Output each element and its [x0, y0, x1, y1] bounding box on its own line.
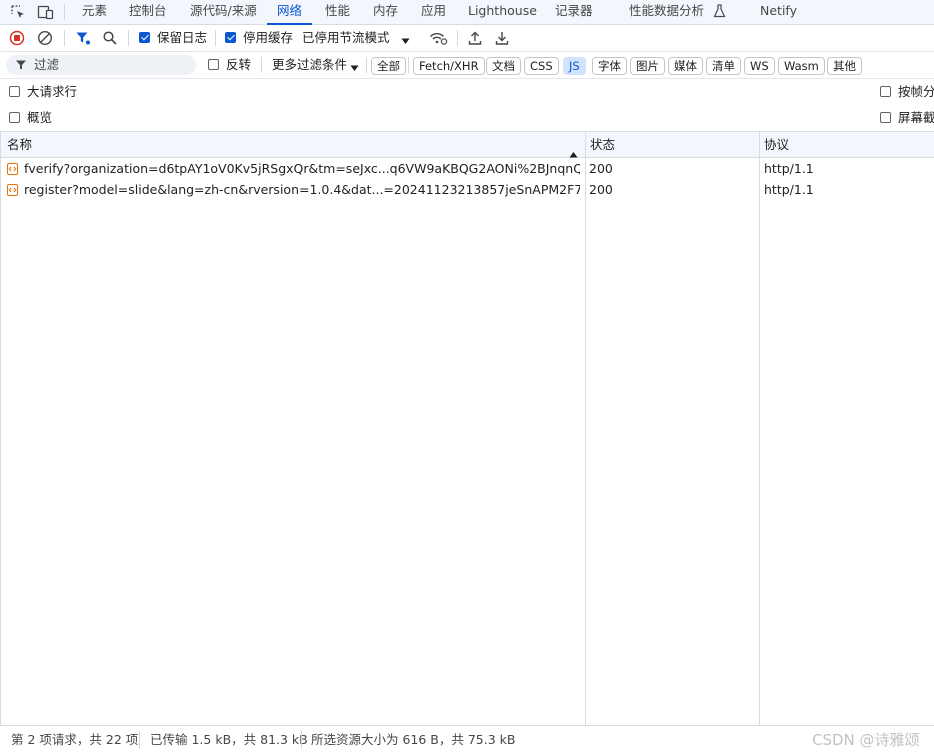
script-file-icon — [7, 163, 18, 175]
disable-cache-checkbox[interactable] — [225, 32, 236, 43]
inspect-element-icon[interactable] — [10, 4, 26, 20]
screenshots-label: 屏幕截 — [898, 110, 934, 125]
request-protocol: http/1.1 — [764, 161, 814, 176]
device-toolbar-icon[interactable] — [37, 4, 54, 20]
disable-cache-label: 停用缓存 — [243, 30, 294, 45]
column-header-protocol-label: 协议 — [764, 137, 790, 152]
request-protocol: http/1.1 — [764, 182, 814, 197]
tab-lighthouse[interactable]: Lighthouse — [468, 0, 537, 24]
throttling-select[interactable]: 已停用节流模式 — [302, 31, 414, 45]
clear-icon[interactable] — [37, 30, 53, 46]
script-file-icon — [7, 184, 18, 196]
export-har-icon[interactable] — [494, 30, 510, 46]
funnel-icon — [15, 59, 27, 71]
type-filter-js[interactable]: JS — [563, 57, 586, 75]
column-header-name-label: 名称 — [7, 137, 33, 152]
table-row[interactable]: register?model=slide&lang=zh-cn&rversion… — [1, 180, 934, 201]
filter-input[interactable]: 过滤 — [34, 58, 59, 72]
overview-label: 概览 — [27, 110, 53, 125]
type-filter-doc[interactable]: 文档 — [486, 57, 521, 75]
tab-netify[interactable]: Netify — [760, 0, 797, 24]
chevron-down-icon — [350, 61, 359, 71]
group-by-frame-checkbox[interactable] — [880, 86, 891, 97]
filter-input-box[interactable]: 过滤 — [6, 55, 196, 75]
tab-memory[interactable]: 内存 — [373, 0, 398, 24]
column-header-status[interactable]: 状态 — [586, 132, 760, 158]
record-stop-icon[interactable] — [9, 30, 25, 46]
tab-network[interactable]: 网络 — [266, 0, 313, 25]
flask-icon — [713, 3, 726, 25]
type-filter-font[interactable]: 字体 — [592, 57, 627, 75]
request-name: fverify?organization=d6tpAY1oV0Kv5jRSgxQ… — [24, 161, 580, 176]
group-by-frame-label: 按帧分 — [898, 84, 934, 99]
type-filter-wasm[interactable]: Wasm — [778, 57, 825, 75]
request-status: 200 — [589, 161, 613, 176]
more-filters-label: 更多过滤条件 — [272, 57, 348, 72]
request-status: 200 — [589, 182, 613, 197]
import-har-icon[interactable] — [467, 30, 483, 46]
invert-checkbox[interactable] — [208, 59, 219, 70]
type-filter-img[interactable]: 图片 — [630, 57, 665, 75]
type-filter-ws[interactable]: WS — [744, 57, 775, 75]
sort-ascending-icon — [569, 141, 578, 158]
column-header-name[interactable]: 名称 — [1, 132, 586, 158]
type-filter-media[interactable]: 媒体 — [668, 57, 703, 75]
tab-sources[interactable]: 源代码/来源 — [190, 0, 257, 24]
large-rows-checkbox[interactable] — [9, 86, 20, 97]
invert-label: 反转 — [226, 57, 252, 72]
tab-console[interactable]: 控制台 — [129, 0, 167, 24]
tab-performance-insights-label: 性能数据分析 — [629, 3, 705, 18]
type-filter-css[interactable]: CSS — [524, 57, 559, 75]
request-count: 第 2 项请求，共 22 项 — [11, 732, 139, 747]
large-rows-label: 大请求行 — [27, 84, 78, 99]
chevron-down-icon — [401, 34, 410, 44]
network-conditions-icon[interactable] — [429, 30, 448, 46]
type-filter-manifest[interactable]: 清单 — [706, 57, 741, 75]
type-filter-all[interactable]: 全部 — [371, 57, 406, 75]
tab-performance[interactable]: 性能 — [325, 0, 350, 24]
table-row[interactable]: fverify?organization=d6tpAY1oV0Kv5jRSgxQ… — [1, 159, 934, 180]
tab-recorder[interactable]: 记录器 — [555, 0, 593, 24]
type-filter-other[interactable]: 其他 — [827, 57, 862, 75]
filter-active-icon[interactable] — [75, 30, 91, 46]
resources-size: 所选资源大小为 616 B，共 75.3 kB — [311, 732, 516, 747]
tab-application[interactable]: 应用 — [421, 0, 446, 24]
search-icon[interactable] — [102, 30, 118, 46]
throttling-value: 已停用节流模式 — [302, 30, 390, 45]
tab-performance-insights[interactable]: 性能数据分析 — [629, 0, 726, 24]
more-filters-dropdown[interactable]: 更多过滤条件 — [272, 58, 362, 72]
tab-elements[interactable]: 元素 — [82, 0, 107, 24]
requests-table — [0, 131, 934, 725]
preserve-log-label: 保留日志 — [157, 30, 208, 45]
request-name: register?model=slide&lang=zh-cn&rversion… — [24, 182, 580, 197]
column-header-protocol[interactable]: 协议 — [760, 132, 934, 158]
devtools-tab-bar: 元素 控制台 源代码/来源 网络 性能 内存 应用 Lighthouse 记录器… — [0, 0, 934, 25]
watermark: CSDN @诗雅颂 — [812, 731, 920, 749]
column-header-status-label: 状态 — [590, 137, 616, 152]
type-filter-fetch-xhr[interactable]: Fetch/XHR — [413, 57, 485, 75]
transferred-size: 已传输 1.5 kB，共 81.3 kB — [150, 732, 308, 747]
overview-checkbox[interactable] — [9, 112, 20, 123]
preserve-log-checkbox[interactable] — [139, 32, 150, 43]
screenshots-checkbox[interactable] — [880, 112, 891, 123]
